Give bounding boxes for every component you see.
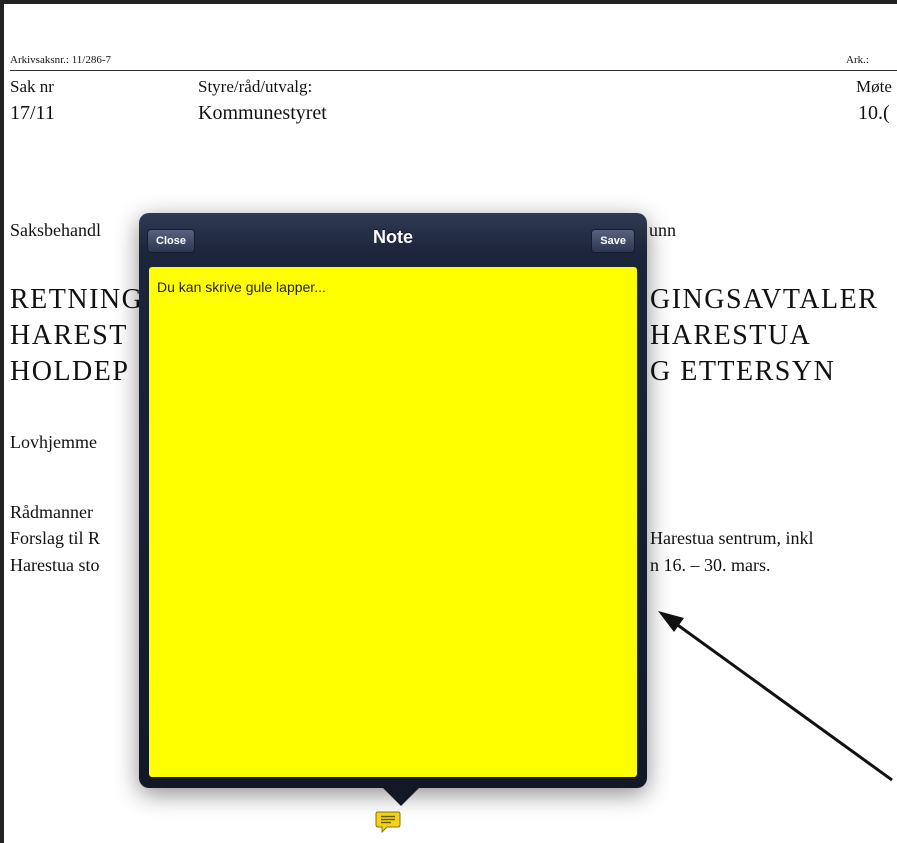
styre-header: Styre/råd/utvalg:	[198, 77, 313, 96]
title-line-2-left: HAREST	[10, 320, 128, 351]
sak-nr-header: Sak nr	[10, 77, 54, 96]
title-line-1-right: GINGSAVTALER	[650, 284, 879, 315]
ark-label: Ark.:	[846, 54, 869, 66]
lovhjemmel: Lovhjemme	[10, 432, 97, 452]
harestua-right: n 16. – 30. mars.	[650, 555, 771, 575]
note-text-area[interactable]: Du kan skrive gule lapper...	[149, 267, 637, 777]
popover-arrow	[381, 786, 421, 806]
forslag-right: Harestua sentrum, inkl	[650, 528, 814, 548]
radmannen: Rådmanner	[10, 502, 93, 522]
title-line-3-right: G ETTERSYN	[650, 356, 836, 387]
note-text: Du kan skrive gule lapper...	[157, 279, 326, 295]
title-line-1-left: RETNING	[10, 284, 144, 315]
speech-bubble-note-icon[interactable]	[375, 811, 401, 833]
save-button[interactable]: Save	[591, 229, 635, 253]
title-line-3-left: HOLDEP	[10, 356, 130, 387]
header-divider	[10, 70, 897, 71]
saksbehandler-left: Saksbehandl	[10, 220, 101, 240]
arkivsaksnr: Arkivsaksnr.: 11/286-7	[10, 54, 112, 66]
note-popover: Close Note Save Du kan skrive gule lappe…	[139, 213, 647, 788]
mote-value: 10.(	[858, 102, 890, 124]
styre-value: Kommunestyret	[198, 102, 327, 124]
harestua-left: Harestua sto	[10, 555, 100, 575]
forslag-left: Forslag til R	[10, 528, 101, 548]
sak-nr-value: 17/11	[10, 102, 55, 124]
title-line-2-right: HARESTUA	[650, 320, 812, 351]
popover-title: Note	[373, 227, 413, 247]
saksbehandler-right: unn	[649, 220, 676, 240]
mote-header: Møte	[856, 77, 892, 96]
annotation-arrow-icon	[658, 611, 893, 782]
